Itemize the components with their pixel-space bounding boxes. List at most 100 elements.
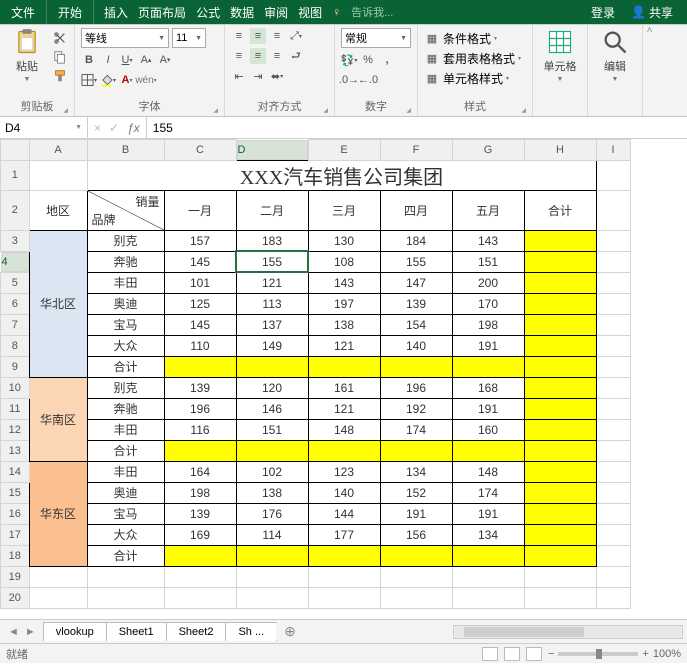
tab-layout[interactable]: 页面布局	[138, 4, 186, 21]
cell[interactable]: 三月	[308, 190, 380, 230]
cell[interactable]	[596, 230, 630, 251]
percent-button[interactable]: %	[360, 52, 376, 68]
cell[interactable]: 四月	[380, 190, 452, 230]
view-page-layout-button[interactable]	[504, 647, 520, 661]
cell[interactable]: 114	[236, 524, 308, 545]
cell[interactable]: 奔驰	[87, 251, 164, 272]
cell[interactable]	[596, 524, 630, 545]
cell[interactable]: 108	[308, 251, 380, 272]
cell[interactable]: 125	[164, 293, 236, 314]
spreadsheet-grid[interactable]: ABCDEFGHI1XXX汽车销售公司集团2地区销量品牌一月二月三月四月五月合计…	[0, 139, 687, 619]
cell[interactable]: 156	[380, 524, 452, 545]
align-center-button[interactable]: ≡	[250, 48, 266, 64]
cell[interactable]	[164, 440, 236, 461]
select-all-cell[interactable]	[1, 140, 30, 161]
cell[interactable]: 五月	[452, 190, 524, 230]
cell[interactable]: 191	[380, 503, 452, 524]
tab-home[interactable]: 开始	[47, 0, 94, 24]
cell[interactable]: 155	[380, 251, 452, 272]
zoom-in-button[interactable]: +	[642, 648, 648, 660]
cell[interactable]: 121	[308, 398, 380, 419]
cell[interactable]	[308, 440, 380, 461]
cell[interactable]: 华南区	[29, 377, 87, 461]
cell[interactable]: 120	[236, 377, 308, 398]
view-page-break-button[interactable]	[526, 647, 542, 661]
cell[interactable]: 151	[452, 251, 524, 272]
cell[interactable]: 147	[380, 272, 452, 293]
cell[interactable]	[524, 440, 596, 461]
cell[interactable]: 137	[236, 314, 308, 335]
cell[interactable]	[524, 356, 596, 377]
col-header[interactable]: A	[29, 140, 87, 161]
sheet-tab[interactable]: vlookup	[43, 622, 107, 641]
cell[interactable]	[29, 587, 87, 608]
format-as-table-button[interactable]: ▦套用表格格式▾	[424, 50, 521, 67]
view-normal-button[interactable]	[482, 647, 498, 661]
underline-button[interactable]: U▾	[119, 52, 135, 68]
cell[interactable]	[29, 566, 87, 587]
cell[interactable]: 143	[452, 230, 524, 251]
accounting-button[interactable]: 💱▾	[341, 52, 357, 68]
cell[interactable]	[596, 482, 630, 503]
cell[interactable]: 168	[452, 377, 524, 398]
cell[interactable]: 丰田	[87, 419, 164, 440]
cell[interactable]	[380, 545, 452, 566]
font-size-select[interactable]: 11▼	[172, 28, 206, 48]
cell[interactable]: 174	[452, 482, 524, 503]
tab-view[interactable]: 视图	[298, 4, 322, 21]
cell[interactable]	[308, 545, 380, 566]
col-header[interactable]: D	[237, 140, 308, 160]
align-right-button[interactable]: ≡	[269, 48, 285, 64]
name-box[interactable]: D4▼	[0, 117, 88, 138]
merge-button[interactable]: ⬌▾	[269, 68, 285, 84]
cell[interactable]: 奥迪	[87, 482, 164, 503]
cells-button[interactable]: 单元格 ▼	[539, 28, 581, 83]
paste-button[interactable]: 粘贴 ▼	[6, 28, 48, 83]
phonetic-button[interactable]: wén▾	[138, 72, 154, 88]
cell[interactable]	[164, 545, 236, 566]
sheet-nav-first[interactable]: ◄	[8, 626, 19, 638]
tell-me[interactable]: 告诉我...	[351, 4, 393, 20]
decrease-indent-button[interactable]: ⇤	[231, 68, 247, 84]
zoom-slider[interactable]	[558, 652, 638, 656]
cell[interactable]	[452, 440, 524, 461]
cell[interactable]	[524, 314, 596, 335]
row-header[interactable]: 9	[1, 356, 30, 377]
format-painter-button[interactable]	[52, 68, 68, 84]
cell[interactable]	[524, 335, 596, 356]
decrease-font-button[interactable]: A▾	[157, 52, 173, 68]
cell[interactable]: 198	[452, 314, 524, 335]
cell[interactable]: 192	[380, 398, 452, 419]
cell-styles-button[interactable]: ▦单元格样式▾	[424, 70, 509, 87]
cell[interactable]: 176	[236, 503, 308, 524]
sheet-tab[interactable]: Sheet1	[106, 622, 167, 641]
cell[interactable]: 121	[308, 335, 380, 356]
row-header[interactable]: 13	[1, 440, 30, 461]
cell[interactable]: 160	[452, 419, 524, 440]
cell[interactable]: 宝马	[87, 314, 164, 335]
cell[interactable]	[524, 230, 596, 251]
cell[interactable]: 134	[380, 461, 452, 482]
row-header[interactable]: 17	[1, 524, 30, 545]
cell[interactable]: 184	[380, 230, 452, 251]
cell[interactable]	[524, 545, 596, 566]
row-header[interactable]: 18	[1, 545, 30, 566]
cell[interactable]: 大众	[87, 335, 164, 356]
cell[interactable]: 138	[236, 482, 308, 503]
cell[interactable]: 134	[452, 524, 524, 545]
col-header[interactable]: C	[164, 140, 236, 161]
cell[interactable]	[596, 190, 630, 230]
row-header[interactable]: 8	[1, 335, 30, 356]
conditional-format-button[interactable]: ▦条件格式▾	[424, 30, 497, 47]
new-sheet-button[interactable]: ⊕	[276, 623, 304, 640]
wrap-text-button[interactable]: ⮐	[288, 48, 304, 64]
cell[interactable]: 139	[164, 377, 236, 398]
row-header[interactable]: 2	[1, 190, 30, 230]
col-header[interactable]: I	[596, 140, 630, 161]
cell[interactable]	[452, 566, 524, 587]
decrease-decimal-button[interactable]: ←.0	[360, 72, 376, 88]
cell[interactable]	[236, 440, 308, 461]
cell[interactable]: 151	[236, 419, 308, 440]
col-header[interactable]: F	[380, 140, 452, 161]
cell[interactable]: 145	[164, 251, 236, 272]
